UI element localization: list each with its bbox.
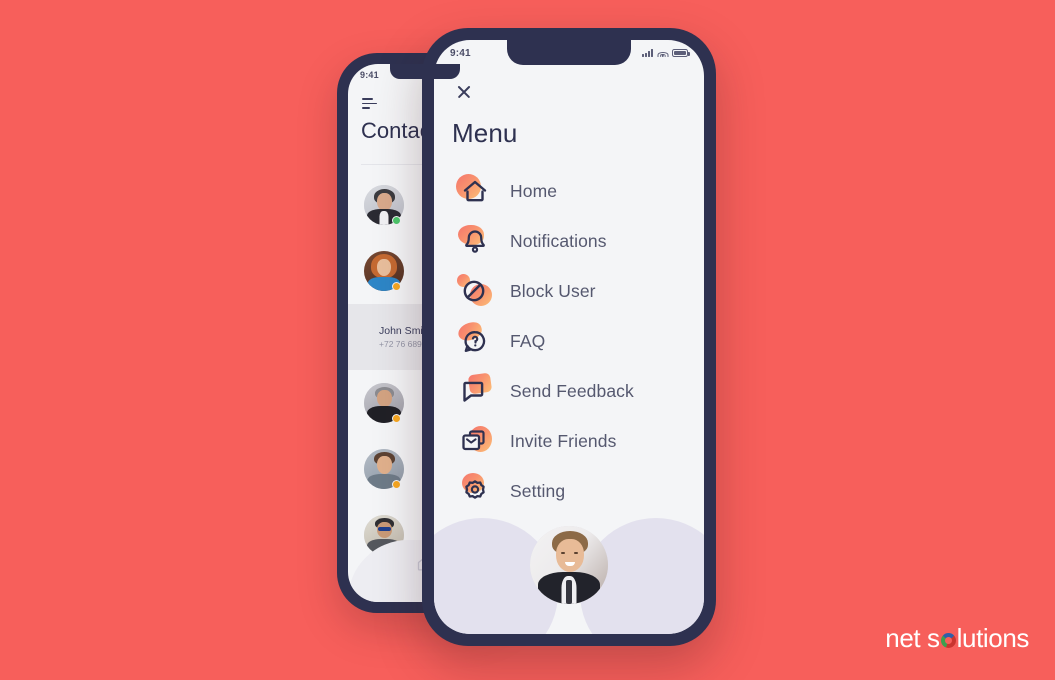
cards-icon (456, 422, 494, 460)
status-time: 9:41 (450, 47, 471, 59)
menu-item-notifications[interactable]: Notifications (434, 216, 704, 266)
menu-list: Home Notifications Block User FAQ Send F… (434, 166, 704, 516)
bell-icon (456, 222, 494, 260)
status-icons (642, 49, 690, 57)
canvas: 9:41 Contacts John Smith +72 76 689 398 … (0, 0, 1055, 680)
menu-item-label: Block User (510, 280, 596, 301)
menu-item-label: Home (510, 180, 558, 201)
signal-bars-icon (642, 49, 653, 57)
o-ring-logomark (940, 633, 956, 648)
logo-text-part2: lutions (956, 623, 1030, 653)
logo-text-part1: net s (885, 623, 940, 653)
menu-item-home[interactable]: Home (434, 166, 704, 216)
menu-item-label: Invite Friends (510, 430, 617, 451)
status-bar: 9:41 (348, 64, 501, 86)
status-bar: 9:41 (434, 40, 704, 66)
block-icon (456, 272, 494, 310)
menu-item-send-feedback[interactable]: Send Feedback (434, 366, 704, 416)
gear-icon (456, 472, 494, 510)
menu-item-label: Send Feedback (510, 380, 634, 401)
brand-logo: net s lutions (885, 623, 1029, 654)
menu-item-label: Setting (510, 480, 566, 501)
home-icon (456, 172, 494, 210)
menu-item-label: Notifications (510, 230, 607, 251)
battery-icon (672, 49, 690, 57)
page-title: Menu (452, 118, 518, 148)
menu-item-label: FAQ (510, 330, 546, 351)
status-badge (392, 480, 401, 489)
question-chat-icon (455, 319, 494, 360)
menu-item-setting[interactable]: Setting (434, 466, 704, 516)
menu-item-faq[interactable]: FAQ (434, 316, 704, 366)
profile-avatar[interactable] (530, 526, 608, 604)
chat-bubble-icon (456, 372, 494, 410)
menu-body: Menu Home Notifications Block User FAQ S… (434, 66, 704, 634)
wifi-icon (657, 49, 668, 57)
menu-item-block-user[interactable]: Block User (434, 266, 704, 316)
menu-screen: 9:41 Menu Home Notifications Block User … (434, 40, 704, 634)
status-badge (392, 216, 401, 225)
status-badge (392, 414, 401, 423)
status-time: 9:41 (360, 70, 379, 80)
status-badge (392, 282, 401, 291)
menu-phone: 9:41 Menu Home Notifications Block User … (422, 28, 716, 646)
menu-item-invite-friends[interactable]: Invite Friends (434, 416, 704, 466)
profile-zone (434, 518, 704, 634)
filter-icon[interactable] (362, 98, 379, 110)
